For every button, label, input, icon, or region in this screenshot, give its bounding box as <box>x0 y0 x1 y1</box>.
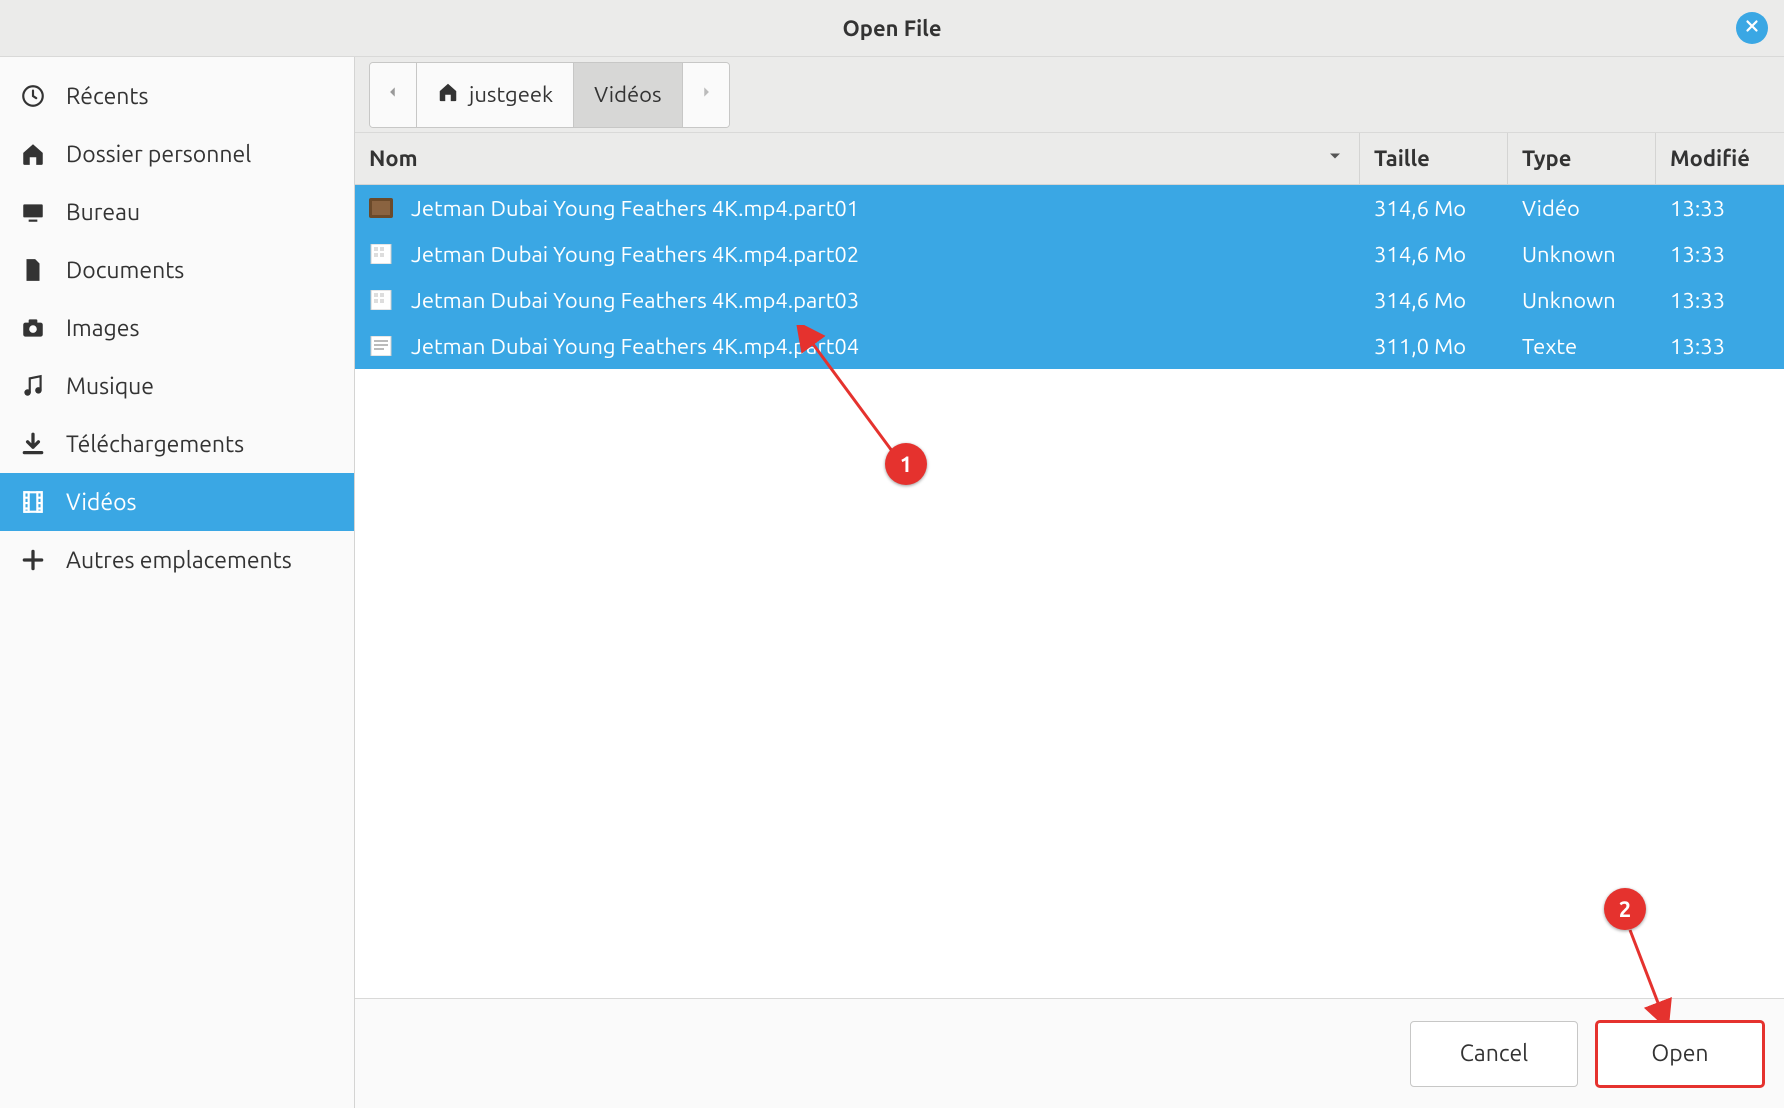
sidebar-item-other-locations[interactable]: Autres emplacements <box>0 531 354 589</box>
file-list: Jetman Dubai Young Feathers 4K.mp4.part0… <box>355 185 1784 998</box>
film-icon <box>20 489 46 515</box>
file-modified: 13:33 <box>1656 334 1784 359</box>
breadcrumb-label: Vidéos <box>594 82 661 107</box>
column-header-modified[interactable]: Modifié <box>1656 133 1784 184</box>
sidebar-item-downloads[interactable]: Téléchargements <box>0 415 354 473</box>
chevron-right-icon <box>699 82 713 107</box>
clock-icon <box>20 83 46 109</box>
file-row[interactable]: Jetman Dubai Young Feathers 4K.mp4.part0… <box>355 277 1784 323</box>
column-header-type[interactable]: Type <box>1508 133 1656 184</box>
file-modified: 13:33 <box>1656 288 1784 313</box>
sidebar-item-documents[interactable]: Documents <box>0 241 354 299</box>
plus-icon <box>20 547 46 573</box>
music-icon <box>20 373 46 399</box>
sidebar-item-desktop[interactable]: Bureau <box>0 183 354 241</box>
home-icon <box>437 81 459 108</box>
button-label: Open <box>1651 1041 1708 1066</box>
column-header-size[interactable]: Taille <box>1360 133 1508 184</box>
dialog-title: Open File <box>842 16 941 41</box>
video-thumb-icon <box>369 198 393 218</box>
camera-icon <box>20 315 46 341</box>
sidebar-item-label: Musique <box>66 374 154 399</box>
unknown-file-icon <box>369 244 393 264</box>
sidebar-item-music[interactable]: Musique <box>0 357 354 415</box>
file-type: Unknown <box>1508 288 1656 313</box>
unknown-file-icon <box>369 290 393 310</box>
sidebar-item-videos[interactable]: Vidéos <box>0 473 354 531</box>
dialog-footer: Cancel Open <box>355 998 1784 1108</box>
main-pane: justgeek Vidéos Nom Taille Type M <box>355 57 1784 1108</box>
close-button[interactable] <box>1736 12 1768 44</box>
breadcrumb: justgeek Vidéos <box>369 62 730 128</box>
file-row[interactable]: Jetman Dubai Young Feathers 4K.mp4.part0… <box>355 185 1784 231</box>
download-icon <box>20 431 46 457</box>
sidebar-item-label: Récents <box>66 84 148 109</box>
file-size: 311,0 Mo <box>1360 334 1508 359</box>
open-file-dialog: Open File Récents Dossier personnel Bure… <box>0 0 1784 1108</box>
column-label: Type <box>1522 146 1571 171</box>
sidebar-item-label: Téléchargements <box>66 432 244 457</box>
sidebar-item-images[interactable]: Images <box>0 299 354 357</box>
column-label: Taille <box>1374 146 1430 171</box>
sidebar-item-recents[interactable]: Récents <box>0 67 354 125</box>
sidebar-item-label: Images <box>66 316 139 341</box>
file-type: Vidéo <box>1508 196 1656 221</box>
file-type: Unknown <box>1508 242 1656 267</box>
file-modified: 13:33 <box>1656 242 1784 267</box>
file-name: Jetman Dubai Young Feathers 4K.mp4.part0… <box>411 196 859 221</box>
document-icon <box>20 257 46 283</box>
sort-desc-icon <box>1325 146 1345 171</box>
annotation-badge-1: 1 <box>885 443 927 485</box>
file-name: Jetman Dubai Young Feathers 4K.mp4.part0… <box>411 288 859 313</box>
column-label: Modifié <box>1670 146 1750 171</box>
breadcrumb-back-button[interactable] <box>370 63 417 127</box>
sidebar-item-label: Dossier personnel <box>66 142 251 167</box>
desktop-icon <box>20 199 46 225</box>
file-type: Texte <box>1508 334 1656 359</box>
sidebar-item-label: Documents <box>66 258 184 283</box>
close-icon <box>1743 17 1761 39</box>
file-name: Jetman Dubai Young Feathers 4K.mp4.part0… <box>411 242 859 267</box>
breadcrumb-label: justgeek <box>469 82 553 107</box>
text-file-icon <box>369 336 393 356</box>
file-row[interactable]: Jetman Dubai Young Feathers 4K.mp4.part0… <box>355 231 1784 277</box>
column-header-name[interactable]: Nom <box>355 133 1360 184</box>
breadcrumb-segment-videos[interactable]: Vidéos <box>574 63 682 127</box>
path-bar: justgeek Vidéos <box>355 57 1784 133</box>
dialog-body: Récents Dossier personnel Bureau Documen… <box>0 56 1784 1108</box>
cancel-button[interactable]: Cancel <box>1410 1021 1578 1087</box>
breadcrumb-segment-home[interactable]: justgeek <box>417 63 574 127</box>
sidebar-item-label: Autres emplacements <box>66 548 292 573</box>
sidebar-item-label: Bureau <box>66 200 140 225</box>
chevron-left-icon <box>386 82 400 107</box>
home-icon <box>20 141 46 167</box>
file-size: 314,6 Mo <box>1360 288 1508 313</box>
column-headers: Nom Taille Type Modifié <box>355 133 1784 185</box>
breadcrumb-forward-button[interactable] <box>683 63 729 127</box>
file-row[interactable]: Jetman Dubai Young Feathers 4K.mp4.part0… <box>355 323 1784 369</box>
titlebar: Open File <box>0 0 1784 56</box>
button-label: Cancel <box>1460 1041 1528 1066</box>
sidebar-item-label: Vidéos <box>66 490 137 515</box>
file-modified: 13:33 <box>1656 196 1784 221</box>
sidebar-item-home[interactable]: Dossier personnel <box>0 125 354 183</box>
column-label: Nom <box>369 146 418 171</box>
places-sidebar: Récents Dossier personnel Bureau Documen… <box>0 57 355 1108</box>
file-name: Jetman Dubai Young Feathers 4K.mp4.part0… <box>411 334 859 359</box>
file-size: 314,6 Mo <box>1360 242 1508 267</box>
file-size: 314,6 Mo <box>1360 196 1508 221</box>
open-button[interactable]: Open <box>1596 1021 1764 1087</box>
